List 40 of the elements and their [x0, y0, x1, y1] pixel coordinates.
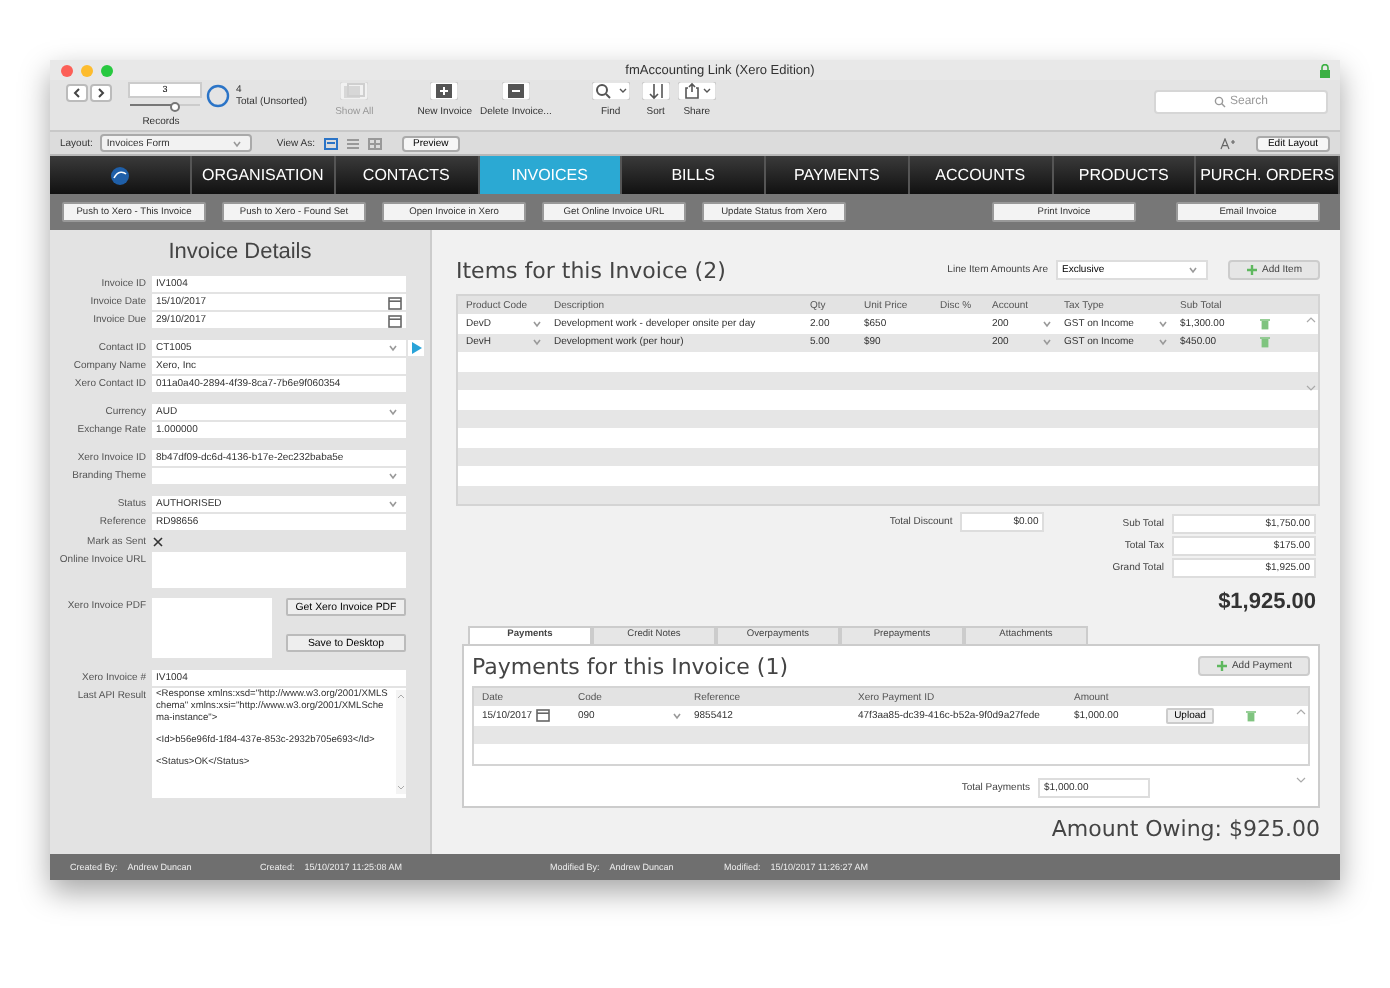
- checkbox[interactable]: [152, 536, 164, 548]
- trash-icon[interactable]: [1245, 709, 1255, 722]
- view-list-icon[interactable]: [345, 137, 359, 149]
- caret-icon: [388, 472, 398, 480]
- caret-icon: [1187, 266, 1198, 274]
- view-form-icon[interactable]: [323, 137, 337, 149]
- section-title: Items for this Invoice (2): [456, 257, 728, 283]
- calendar-icon: [388, 295, 402, 309]
- plus-icon: [1245, 264, 1258, 276]
- delete-icon[interactable]: [501, 82, 530, 100]
- logo-icon: [108, 165, 132, 185]
- trash-icon[interactable]: [1259, 336, 1269, 349]
- font-size-icon[interactable]: [1219, 137, 1236, 149]
- scrollbar[interactable]: [1304, 314, 1318, 394]
- lock-icon: [1320, 63, 1330, 77]
- caret-icon: [388, 500, 398, 508]
- plus-icon: [1215, 660, 1228, 672]
- play-arrow-icon[interactable]: [408, 340, 424, 356]
- caret-icon: [232, 139, 243, 147]
- section-title: Invoice Details: [166, 238, 314, 268]
- grand-total: $1,925.00: [1218, 590, 1316, 614]
- sort-icon[interactable]: [641, 82, 670, 100]
- search-icon[interactable]: [591, 82, 630, 100]
- section-title: Payments for this Invoice (1): [472, 653, 790, 679]
- amount-owing: Amount Owing: $925.00: [1051, 815, 1320, 841]
- share-icon[interactable]: [677, 82, 716, 100]
- pdf-container: [152, 598, 272, 658]
- view-table-icon[interactable]: [367, 137, 381, 149]
- dropdown-field[interactable]: [152, 468, 406, 484]
- caret-icon: [388, 344, 398, 352]
- scrollbar[interactable]: [396, 690, 406, 794]
- trash-icon[interactable]: [1259, 317, 1269, 330]
- calendar-icon: [388, 313, 402, 327]
- scrollbar[interactable]: [1294, 706, 1308, 786]
- caret-icon: [388, 408, 398, 416]
- new-icon[interactable]: [430, 82, 459, 100]
- search-icon: [1213, 96, 1226, 108]
- pie-chart-icon: [206, 84, 230, 108]
- calendar-icon: [536, 708, 551, 723]
- caret-icon: [672, 711, 682, 720]
